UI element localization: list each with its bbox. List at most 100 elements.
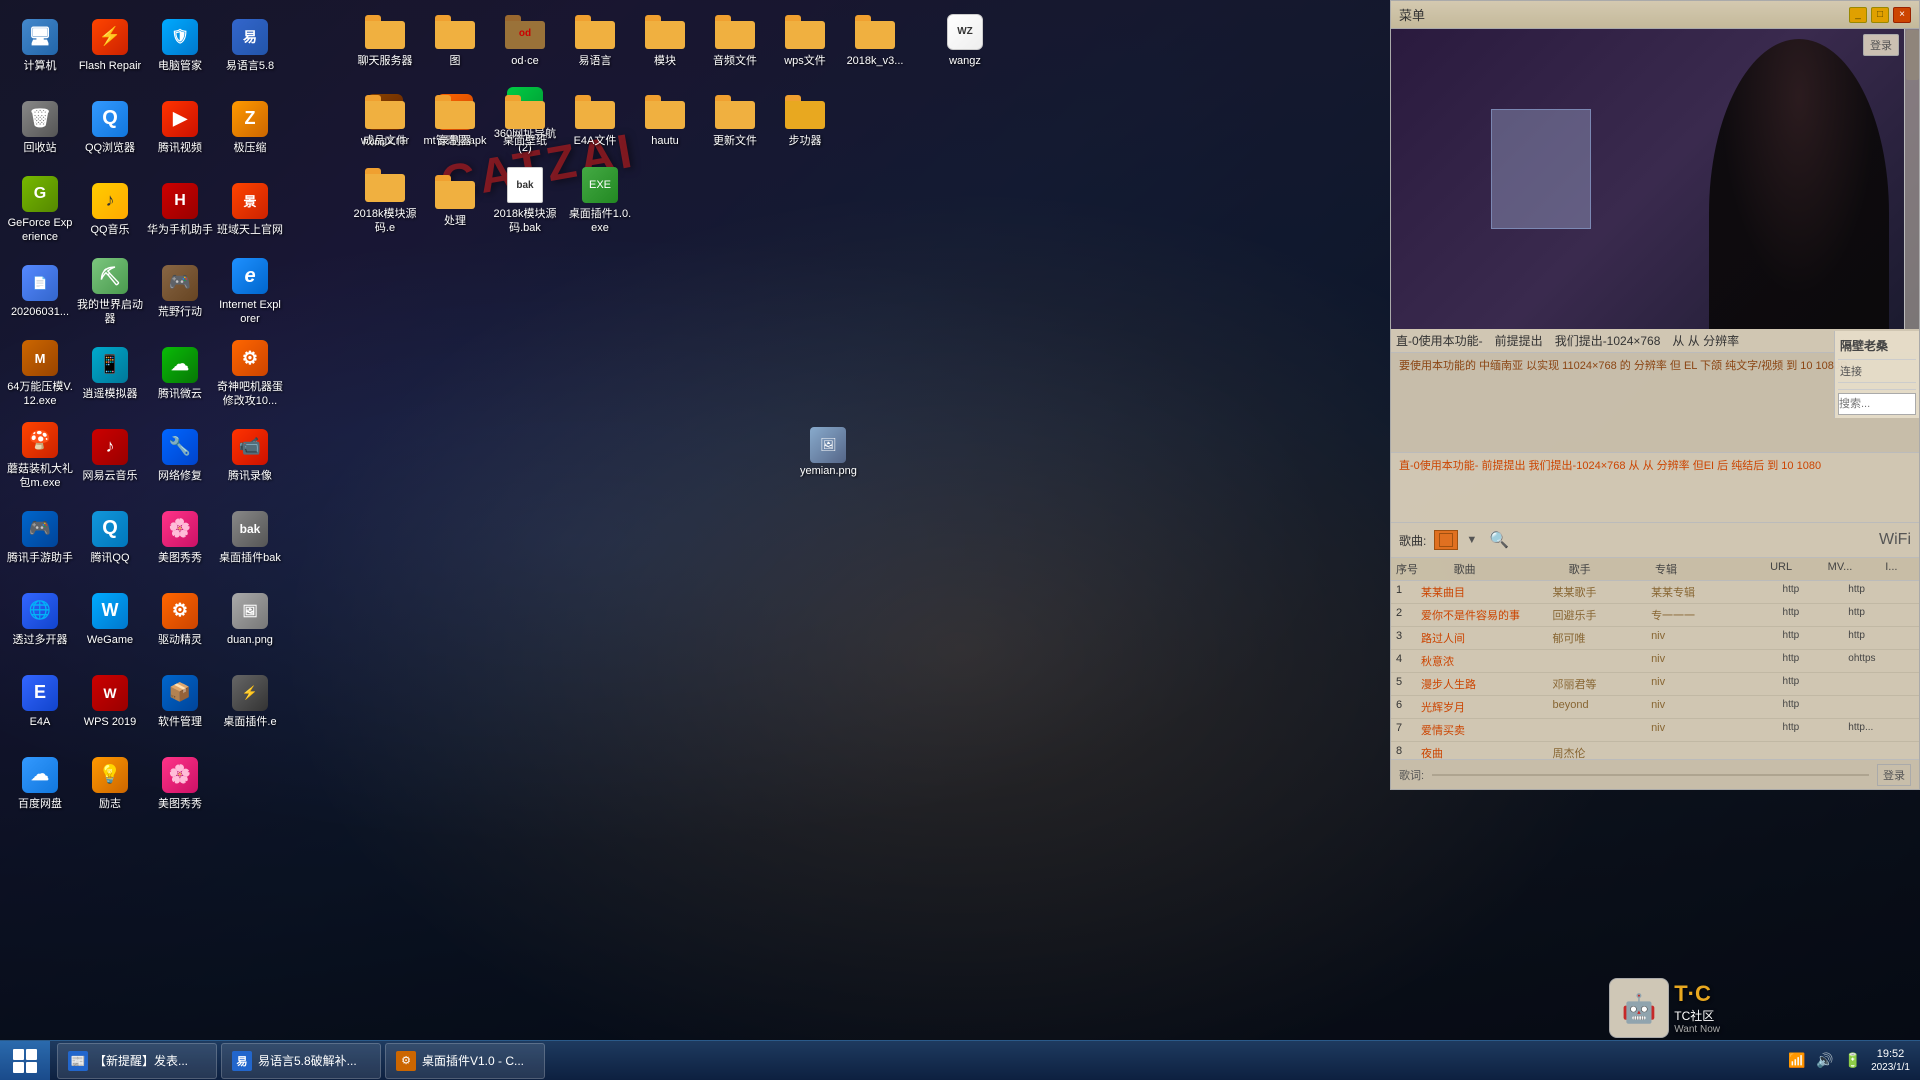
icon-huawei[interactable]: H 华为手机助手 (145, 169, 215, 249)
icon-computer[interactable]: 🖥 计算机 (5, 5, 75, 85)
icon-yemian-png[interactable]: 🖼 yemian.png (800, 425, 857, 477)
icon-exe-zhuomian[interactable]: EXE 桌面插件1.0.exe (560, 160, 640, 240)
icon-folder-bugong[interactable]: 步功器 (770, 80, 840, 160)
icon-netease-music[interactable]: ♪ 网易云音乐 (75, 415, 145, 495)
icon-wangz[interactable]: WZ wangz (930, 0, 1000, 80)
icon-txgame[interactable]: 🎮 腾讯手游助手 (5, 497, 75, 577)
icon-20206031[interactable]: 📄 20206031... (5, 251, 75, 331)
song-artist (1552, 653, 1651, 669)
icon-folder-2018kmokuai[interactable]: 2018k模块源码.e (350, 160, 420, 240)
icon-file-2018kmoban[interactable]: bak 2018k模块源码.bak (490, 160, 560, 240)
icon-wechat[interactable]: ☁ 腾讯微云 (145, 333, 215, 413)
menu-item-2[interactable]: 前提提出 (1495, 332, 1543, 349)
sign-in-btn[interactable]: 登录 (1877, 764, 1911, 786)
menu-item-1[interactable]: 直-0使用本功能- (1396, 332, 1483, 349)
right-scrollbar[interactable] (1904, 29, 1919, 329)
icon-folder-wps[interactable]: wps文件 (770, 0, 840, 80)
icon-folder-2018kv3[interactable]: 2018k_v3... (840, 0, 910, 80)
icon-folder-luzhiqi[interactable]: 录制器 (420, 80, 490, 160)
login-button[interactable]: 登录 (1863, 34, 1899, 56)
icon-ie[interactable]: e Internet Explorer (215, 251, 285, 331)
icon-qujing[interactable]: ⚙ 驱动精灵 (145, 579, 215, 659)
taskbar-label-xinwen: 【新提醒】发表... (94, 1052, 188, 1069)
icon-meitu[interactable]: 🌸 美图秀秀 (145, 497, 215, 577)
icon-folder-mokuai[interactable]: 模块 (630, 0, 700, 80)
icon-network-fix[interactable]: 🔧 网络修复 (145, 415, 215, 495)
icon-folder-odce[interactable]: od od·ce (490, 0, 560, 80)
song-row[interactable]: 8 夜曲 周杰伦 (1391, 742, 1919, 759)
menu-item-4[interactable]: 从 从 分辨率 (1672, 332, 1739, 349)
song-mv: ohttps (1848, 653, 1914, 669)
icon-qijin[interactable]: ⚙ 奇神吧机器蛋修改攻10... (215, 333, 285, 413)
icon-folder-tu[interactable]: 图 (420, 0, 490, 80)
tray-network-icon[interactable]: 📶 (1787, 1050, 1807, 1070)
icon-rongzhuang[interactable]: 🍄 蘑菇装机大礼包m.exe (5, 415, 75, 495)
system-clock[interactable]: 19:52 2023/1/1 (1871, 1047, 1910, 1074)
song-row[interactable]: 6 光辉岁月 beyond niv http (1391, 696, 1919, 719)
panel-menu-label[interactable]: 菜单 (1399, 5, 1425, 24)
icon-folder-hautu[interactable]: hautu (630, 80, 700, 160)
icon-wegame[interactable]: W WeGame (75, 579, 145, 659)
icon-instant[interactable]: 💡 励志 (75, 743, 145, 823)
taskbar-item-yiyu58[interactable]: 易 易语言5.8破解补... (221, 1043, 381, 1079)
icon-desktop-plugin-e[interactable]: ⚡ 桌面插件.e (215, 661, 285, 741)
song-row[interactable]: 2 爱你不是件容易的事 回避乐手 专一一一 http http (1391, 604, 1919, 627)
color-picker[interactable] (1439, 533, 1453, 547)
icon-folder-chengpin[interactable]: 成品文件 (350, 80, 420, 160)
icon-meitu2[interactable]: 🌸 美图秀秀 (145, 743, 215, 823)
icon-emulator[interactable]: 📱 逍遥模拟器 (75, 333, 145, 413)
taskbar-item-xinwen[interactable]: 📰 【新提醒】发表... (57, 1043, 217, 1079)
song-row[interactable]: 7 爱情买卖 niv http http... (1391, 719, 1919, 742)
icon-geforce[interactable]: G GeForce Experience (5, 169, 75, 249)
icon-tencent-video[interactable]: ▶ 腾讯视频 (145, 87, 215, 167)
search-btn[interactable]: 🔍 (1489, 530, 1509, 550)
icon-e4a[interactable]: E E4A (5, 661, 75, 741)
icon-wps2019[interactable]: W WPS 2019 (75, 661, 145, 741)
icon-folder-chuli[interactable]: 处理 (420, 160, 490, 240)
icon-duan-png[interactable]: 🖼 duan.png (215, 579, 285, 659)
menu-item-3[interactable]: 我们提出-1024×768 (1555, 332, 1661, 349)
icon-touguowang[interactable]: 🌐 透过多开器 (5, 579, 75, 659)
icon-myworld[interactable]: ⛏ 我的世界启动器 (75, 251, 145, 331)
song-num: 4 (1396, 653, 1421, 669)
tray-sound-icon[interactable]: 🔊 (1815, 1050, 1835, 1070)
song-row[interactable]: 5 漫步人生路 邓丽君等 niv http (1391, 673, 1919, 696)
dropdown-btn[interactable]: ▼ (1466, 534, 1477, 546)
song-row[interactable]: 4 秋意浓 niv http ohttps (1391, 650, 1919, 673)
close-button[interactable]: × (1893, 7, 1911, 23)
sidebar-connect-btn[interactable]: 连接 (1838, 360, 1916, 383)
icon-tencentqq[interactable]: Q 腾讯QQ (75, 497, 145, 577)
right-panel: 菜单 _ □ × 登录 直-0使用本功能- 前提提出 我们提出-10 (1390, 0, 1920, 790)
tray-battery-icon[interactable]: 🔋 (1843, 1050, 1863, 1070)
icon-qqbrowser[interactable]: Q QQ浏览器 (75, 87, 145, 167)
icon-baiduyun[interactable]: ☁ 百度网盘 (5, 743, 75, 823)
minimize-button[interactable]: _ (1849, 7, 1867, 23)
song-url: http (1783, 584, 1849, 600)
sidebar-search-input[interactable] (1838, 393, 1916, 415)
icon-folder-e4a[interactable]: E4A文件 (560, 80, 630, 160)
icon-folder-yinpin[interactable]: 音频文件 (700, 0, 770, 80)
icon-64mod[interactable]: M 64万能压模V.12.exe (5, 333, 75, 413)
icon-flash-repair[interactable]: ⚡ Flash Repair (75, 5, 145, 85)
icon-wildlands[interactable]: 🎮 荒野行动 (145, 251, 215, 331)
icon-desktop-plugin-bak[interactable]: bak 桌面插件bak (215, 497, 285, 577)
icon-qqmusic[interactable]: ♪ QQ音乐 (75, 169, 145, 249)
icon-video-recorder[interactable]: 📹 腾讯录像 (215, 415, 285, 495)
progress-bar[interactable] (1432, 774, 1869, 776)
song-row[interactable]: 3 路过人间 郁可唯 niv http http (1391, 627, 1919, 650)
song-row[interactable]: 1 某某曲目 某某歌手 某某专辑 http http (1391, 581, 1919, 604)
icon-yiyu58[interactable]: 易 易语言5.8 (215, 5, 285, 85)
volume-control[interactable] (1434, 530, 1458, 550)
taskbar-item-desktop-plugin[interactable]: ⚙ 桌面插件V1.0 - C... (385, 1043, 545, 1079)
icon-folder-gengxin[interactable]: 更新文件 (700, 80, 770, 160)
icon-folder-liangtian[interactable]: 聊天服务器 (350, 0, 420, 80)
icon-recycle[interactable]: 🗑 回收站 (5, 87, 75, 167)
icon-ruanjian[interactable]: 📦 软件管理 (145, 661, 215, 741)
start-button[interactable] (0, 1041, 50, 1080)
icon-folder-yiyuyan[interactable]: 易语言 (560, 0, 630, 80)
icon-folder-bizhiti[interactable]: 桌面壁纸 (490, 80, 560, 160)
icon-diannaoguan[interactable]: 🛡 电脑管家 (145, 5, 215, 85)
maximize-button[interactable]: □ (1871, 7, 1889, 23)
icon-yazu[interactable]: Z 极压缩 (215, 87, 285, 167)
icon-jingqu[interactable]: 景 班域天上官网 (215, 169, 285, 249)
